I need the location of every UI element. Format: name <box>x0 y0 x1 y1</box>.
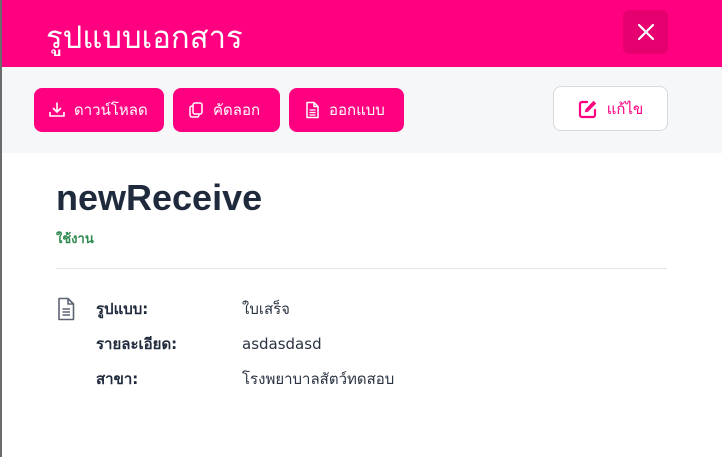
download-label: ดาวน์โหลด <box>74 101 148 119</box>
window-edge <box>0 0 2 457</box>
status-badge: ใช้งาน <box>56 232 94 247</box>
copy-button[interactable]: คัดลอก <box>173 88 280 132</box>
edit-icon <box>578 99 598 119</box>
modal-title: รูปแบบเอกสาร <box>46 20 243 56</box>
detail-label: สาขา: <box>96 370 139 388</box>
detail-label: รายละเอียด: <box>96 335 178 353</box>
copy-label: คัดลอก <box>213 101 261 119</box>
modal-header: รูปแบบเอกสาร <box>0 0 722 67</box>
document-template-modal: รูปแบบเอกสาร ดาวน์โหลด คัดลอก ออกแบบ แก้… <box>0 0 722 457</box>
download-button[interactable]: ดาวน์โหลด <box>34 88 164 132</box>
edit-label: แก้ไข <box>606 99 644 118</box>
document-icon <box>56 297 76 321</box>
template-name: newReceive <box>56 177 263 218</box>
detail-value: โรงพยาบาลสัตว์ทดสอบ <box>242 370 395 388</box>
divider <box>56 268 667 269</box>
edit-button[interactable]: แก้ไข <box>553 86 668 131</box>
detail-label: รูปแบบ: <box>96 300 149 318</box>
document-icon <box>303 101 321 119</box>
copy-icon <box>187 101 205 119</box>
detail-value: ใบเสร็จ <box>242 300 290 318</box>
design-label: ออกแบบ <box>329 101 385 119</box>
detail-value: asdasdasd <box>242 335 322 353</box>
action-toolbar: ดาวน์โหลด คัดลอก ออกแบบ แก้ไข <box>2 67 722 153</box>
close-icon <box>637 23 654 41</box>
close-button[interactable] <box>623 10 668 54</box>
design-button[interactable]: ออกแบบ <box>289 88 404 132</box>
download-icon <box>48 101 66 119</box>
